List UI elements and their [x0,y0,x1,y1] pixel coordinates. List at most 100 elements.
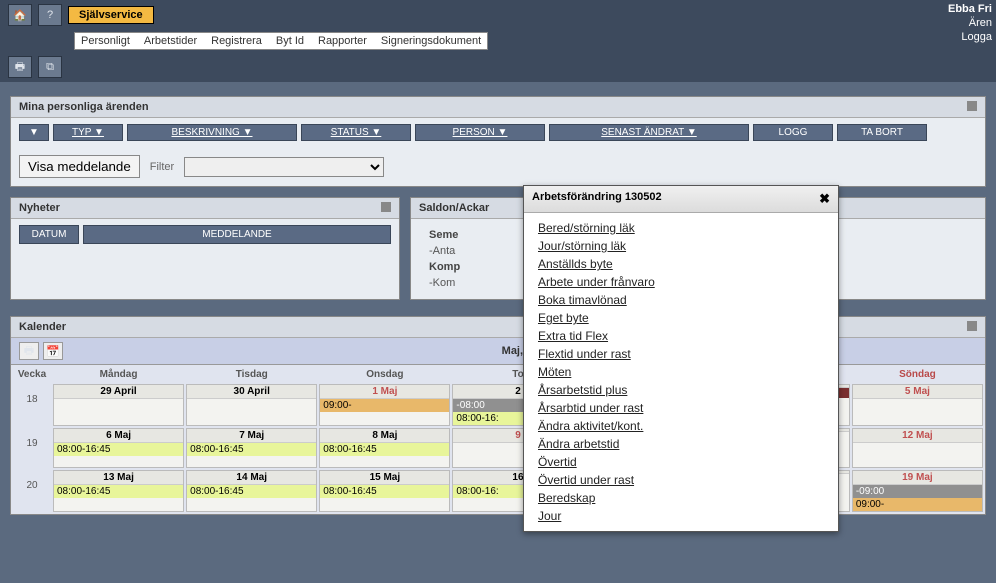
user-sub1: Ären [948,16,992,30]
menu-item-personligt[interactable]: Personligt [81,35,130,47]
show-message-button[interactable]: Visa meddelande [19,155,140,178]
filter-select[interactable] [184,157,384,177]
week-label: Vecka [13,367,51,382]
main-menu: Personligt Arbetstider Registrera Byt Id Rap… [74,32,488,50]
calendar-date: 29 April [54,385,183,399]
menu-item-arbetstider[interactable]: Arbetstider [144,35,197,47]
calendar-entry[interactable]: 09:00- [853,498,982,511]
close-icon[interactable]: ✖ [819,191,830,207]
popup-link[interactable]: Ändra arbetstid [538,435,824,453]
calendar-icon[interactable]: 📅 [43,342,63,360]
errands-title: Mina personliga ärenden [19,101,149,113]
user-info: Ebba Fri Ären Logga [948,2,992,44]
calendar-date: 13 Maj [54,471,183,485]
col-status[interactable]: STATUS ▼ [301,124,411,141]
calendar-cell[interactable]: 5 Maj [852,384,983,426]
calendar-cell[interactable]: 29 April [53,384,184,426]
work-change-popup: Arbetsförändring 130502 ✖ Bered/störning… [523,185,839,532]
saldon-title: Saldon/Ackar [419,202,489,214]
popup-link[interactable]: Ändra aktivitet/kont. [538,417,824,435]
popup-link[interactable]: Beredskap [538,489,824,507]
calendar-date: 15 Maj [320,471,449,485]
popup-link[interactable]: Jour/störning läk [538,237,824,255]
popup-link[interactable]: Flextid under rast [538,345,824,363]
window-icon[interactable]: ⧉ [38,56,62,78]
day-header: Onsdag [319,367,450,382]
calendar-month: Maj, 20 [63,345,977,357]
calendar-entry[interactable]: 08:00-16:45 [320,485,449,498]
news-col-message: MEDDELANDE [83,225,391,244]
popup-link[interactable]: Eget byte [538,309,824,327]
filter-label: Filter [150,161,174,173]
calendar-entry[interactable]: 08:00-16:45 [187,485,316,498]
print-icon[interactable]: 🖶 [8,56,32,78]
calendar-date: 6 Maj [54,429,183,443]
collapse-icon[interactable] [967,101,977,111]
user-sub2: Logga [948,30,992,44]
calendar-cell[interactable]: 6 Maj08:00-16:45 [53,428,184,468]
calendar-cell[interactable]: 15 Maj08:00-16:45 [319,470,450,512]
menu-item-registrera[interactable]: Registrera [211,35,262,47]
popup-title: Arbetsförändring 130502 [532,191,662,207]
calendar-panel: Kalender 🖶 📅 Maj, 20 VeckaMåndagTisdagOn… [10,316,986,515]
calendar-date: 1 Maj [320,385,449,399]
calendar-entry[interactable]: -09:00 [853,485,982,498]
calendar-cell[interactable]: 1 Maj09:00- [319,384,450,426]
collapse-icon[interactable] [967,321,977,331]
col-expand[interactable]: ▼ [19,124,49,141]
help-icon[interactable]: ? [38,4,62,26]
calendar-cell[interactable]: 19 Maj-09:0009:00- [852,470,983,512]
calendar-cell[interactable]: 14 Maj08:00-16:45 [186,470,317,512]
tab-selfservice[interactable]: Självservice [68,6,154,24]
calendar-cell[interactable]: 7 Maj08:00-16:45 [186,428,317,468]
popup-link[interactable]: Jour [538,507,824,525]
popup-link[interactable]: Extra tid Flex [538,327,824,345]
popup-link[interactable]: Möten [538,363,824,381]
menu-item-signeringsdokument[interactable]: Signeringsdokument [381,35,481,47]
news-col-date: DATUM [19,225,79,244]
calendar-cell[interactable]: 13 Maj08:00-16:45 [53,470,184,512]
calendar-entry[interactable]: 08:00-16:45 [54,443,183,456]
calendar-entry[interactable]: 08:00-16:45 [187,443,316,456]
print-icon[interactable]: 🖶 [19,342,39,360]
calendar-entry[interactable]: 08:00-16:45 [54,485,183,498]
calendar-cell[interactable]: 8 Maj08:00-16:45 [319,428,450,468]
col-person[interactable]: PERSON ▼ [415,124,545,141]
calendar-title: Kalender [19,321,66,333]
calendar-date: 5 Maj [853,385,982,399]
day-header: Måndag [53,367,184,382]
week-number: 18 [13,384,51,426]
menu-item-byt-id[interactable]: Byt Id [276,35,304,47]
user-name: Ebba Fri [948,2,992,16]
popup-link[interactable]: Övertid under rast [538,471,824,489]
calendar-cell[interactable]: 30 April [186,384,317,426]
popup-link[interactable]: Bered/störning läk [538,219,824,237]
popup-link[interactable]: Årsarbetstid plus [538,381,824,399]
calendar-date: 7 Maj [187,429,316,443]
calendar-date: 19 Maj [853,471,982,485]
calendar-date: 12 Maj [853,429,982,443]
menu-item-rapporter[interactable]: Rapporter [318,35,367,47]
calendar-date: 30 April [187,385,316,399]
collapse-icon[interactable] [381,202,391,212]
calendar-cell[interactable]: 12 Maj [852,428,983,468]
popup-link[interactable]: Arbete under frånvaro [538,273,824,291]
week-number: 20 [13,470,51,512]
calendar-entry[interactable]: 08:00-16:45 [320,443,449,456]
col-logg[interactable]: LOGG [753,124,833,141]
col-tabort[interactable]: TA BORT [837,124,927,141]
col-senast[interactable]: SENAST ÄNDRAT ▼ [549,124,749,141]
week-number: 19 [13,428,51,468]
news-title: Nyheter [19,202,60,214]
calendar-date: 8 Maj [320,429,449,443]
calendar-date: 14 Maj [187,471,316,485]
col-typ[interactable]: TYP ▼ [53,124,123,141]
popup-link[interactable]: Anställds byte [538,255,824,273]
day-header: Tisdag [186,367,317,382]
popup-link[interactable]: Årsarbtid under rast [538,399,824,417]
popup-link[interactable]: Övertid [538,453,824,471]
home-icon[interactable]: 🏠 [8,4,32,26]
popup-link[interactable]: Boka timavlönad [538,291,824,309]
col-beskrivning[interactable]: BESKRIVNING ▼ [127,124,297,141]
calendar-entry[interactable]: 09:00- [320,399,449,412]
